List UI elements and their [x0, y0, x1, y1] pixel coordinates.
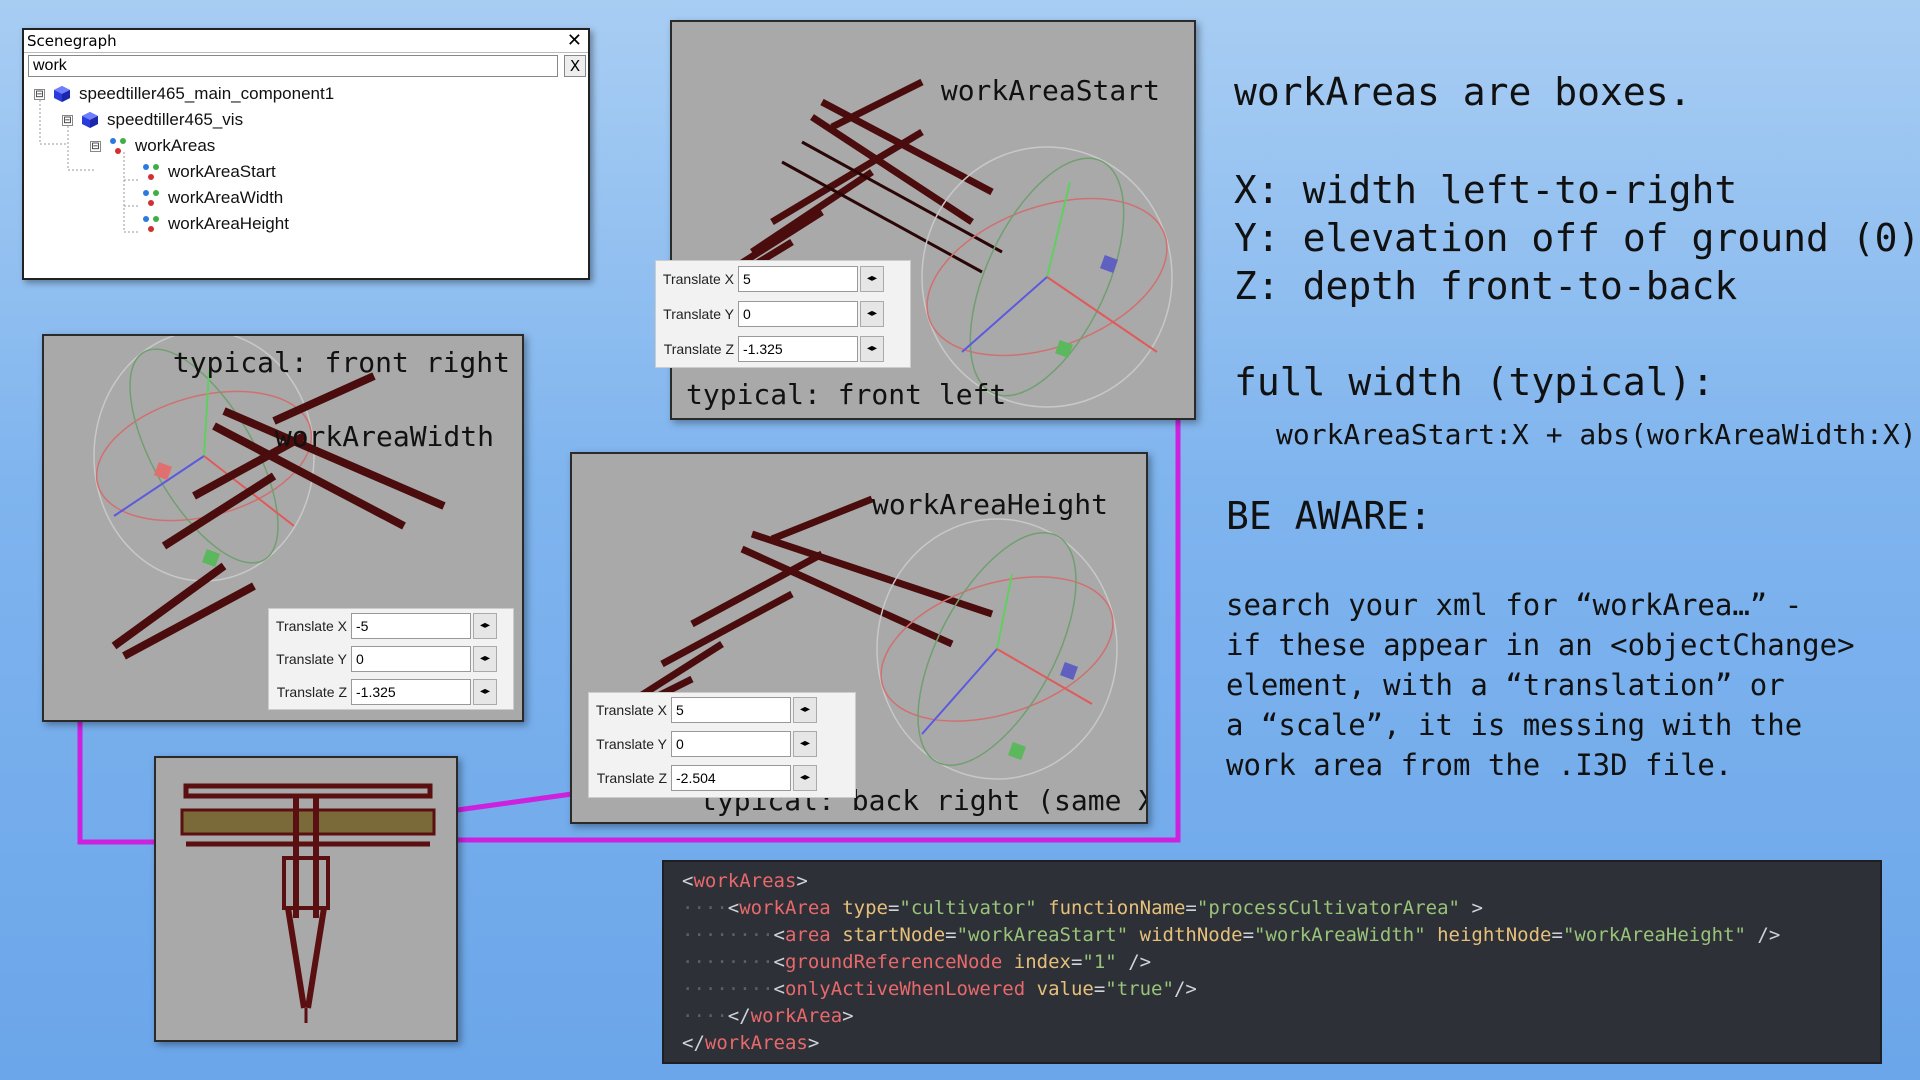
spinner-icon[interactable]: ◂▸: [473, 613, 497, 639]
spinner-icon[interactable]: ◂▸: [860, 336, 884, 362]
translate-y-label: Translate Y: [663, 306, 734, 322]
viewport-topdown[interactable]: [154, 756, 458, 1042]
translate-z-label: Translate Z: [276, 684, 347, 700]
translate-fields-height: Translate X 5 ◂▸ Translate Y 0 ◂▸ Transl…: [588, 692, 856, 798]
translate-x-row: Translate X 5 ◂▸: [589, 695, 817, 725]
viewport-title: workAreaStart: [940, 74, 1160, 107]
spinner-icon[interactable]: ◂▸: [793, 765, 817, 791]
spinner-icon[interactable]: ◂▸: [793, 731, 817, 757]
full-width-title: full width (typical):: [1234, 360, 1715, 404]
notes-axis-z: Z: depth front-to-back: [1234, 264, 1738, 308]
tree-lines: [39, 100, 140, 233]
translate-z-input[interactable]: -1.325: [351, 679, 471, 705]
translate-y-label: Translate Y: [276, 651, 347, 667]
translate-y-row: Translate Y 0 ◂▸: [656, 299, 884, 329]
viewport-title: workAreaWidth: [274, 420, 494, 453]
translate-z-input[interactable]: -2.504: [671, 765, 791, 791]
translate-z-row: Translate Z -1.325 ◂▸: [269, 677, 497, 707]
translate-z-input[interactable]: -1.325: [738, 336, 858, 362]
code-line: ····<workArea type="cultivator" function…: [682, 897, 1483, 919]
code-line: ········<area startNode="workAreaStart" …: [682, 924, 1781, 946]
be-aware-line: a “scale”, it is messing with the: [1226, 708, 1803, 742]
notes-axis-x: X: width left-to-right: [1234, 168, 1738, 212]
translate-x-input[interactable]: 5: [738, 266, 858, 292]
xml-code-panel: <workAreas> ····<workArea type="cultivat…: [662, 860, 1882, 1064]
translate-z-label: Translate Z: [663, 341, 734, 357]
notes-axis-y: Y: elevation off of ground (0): [1234, 216, 1920, 260]
viewport-caption: typical: front right: [172, 346, 510, 379]
be-aware-line: element, with a “translation” or: [1226, 668, 1785, 702]
viewport-title: workAreaHeight: [871, 488, 1108, 521]
be-aware-line: if these appear in an <objectChange>: [1226, 628, 1855, 662]
translate-x-row: Translate X -5 ◂▸: [269, 611, 497, 641]
translate-y-input[interactable]: 0: [738, 301, 858, 327]
translate-y-label: Translate Y: [596, 736, 667, 752]
code-line: </workAreas>: [682, 1032, 820, 1054]
translate-x-input[interactable]: -5: [351, 613, 471, 639]
translate-x-label: Translate X: [275, 618, 347, 634]
translate-fields-width: Translate X -5 ◂▸ Translate Y 0 ◂▸ Trans…: [268, 608, 514, 710]
translate-y-input[interactable]: 0: [351, 646, 471, 672]
translate-z-row: Translate Z -1.325 ◂▸: [656, 334, 884, 364]
spinner-icon[interactable]: ◂▸: [860, 266, 884, 292]
be-aware-line: search your xml for “workArea…” -: [1226, 588, 1803, 622]
spinner-icon[interactable]: ◂▸: [473, 646, 497, 672]
translate-y-input[interactable]: 0: [671, 731, 791, 757]
full-width-formula: workAreaStart:X + abs(workAreaWidth:X): [1276, 418, 1917, 451]
spinner-icon[interactable]: ◂▸: [860, 301, 884, 327]
translate-z-label: Translate Z: [596, 770, 667, 786]
translate-y-row: Translate Y 0 ◂▸: [589, 729, 817, 759]
translate-x-label: Translate X: [662, 271, 734, 287]
spinner-icon[interactable]: ◂▸: [793, 697, 817, 723]
spinner-icon[interactable]: ◂▸: [473, 679, 497, 705]
translate-y-row: Translate Y 0 ◂▸: [269, 644, 497, 674]
viewport-caption: typical: front left: [686, 378, 1007, 411]
translate-x-input[interactable]: 5: [671, 697, 791, 723]
code-line: <workAreas>: [682, 870, 808, 892]
be-aware-line: work area from the .I3D file.: [1226, 748, 1733, 782]
code-line: ········<onlyActiveWhenLowered value="tr…: [682, 978, 1197, 1000]
be-aware-title: BE AWARE:: [1226, 494, 1432, 538]
code-line: ········<groundReferenceNode index="1" /…: [682, 951, 1152, 973]
translate-fields-start: Translate X 5 ◂▸ Translate Y 0 ◂▸ Transl…: [655, 260, 911, 368]
notes-heading: workAreas are boxes.: [1234, 70, 1692, 114]
translate-z-row: Translate Z -2.504 ◂▸: [589, 763, 817, 793]
translate-x-label: Translate X: [595, 702, 667, 718]
translate-x-row: Translate X 5 ◂▸: [656, 264, 884, 294]
implement-topdown-render: [180, 783, 436, 1023]
code-line: ····</workArea>: [682, 1005, 854, 1027]
scenegraph-window: Scenegraph ✕ work X ⊟ speedtiller465_mai…: [22, 28, 590, 280]
